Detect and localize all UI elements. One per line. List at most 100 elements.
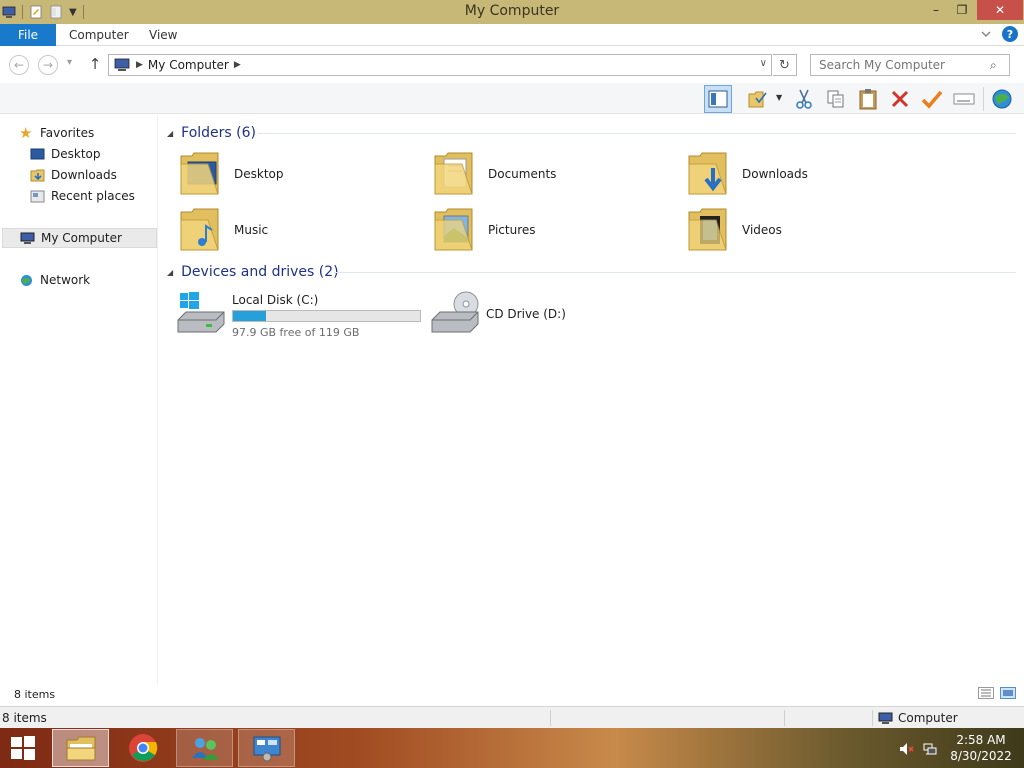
search-icon[interactable]: ⌕ [990, 58, 997, 73]
nav-favorites[interactable]: ★ Favorites [19, 123, 94, 143]
drive-name: Local Disk (C:) [232, 293, 319, 307]
nav-my-computer[interactable]: My Computer [2, 228, 157, 248]
search-input[interactable] [810, 54, 1010, 76]
folder-music[interactable]: Music [178, 205, 418, 255]
refresh-button[interactable]: ↻ [773, 54, 797, 76]
folders-group-header[interactable]: ◢ Folders (6) [167, 123, 256, 143]
close-button[interactable]: ✕ [977, 0, 1023, 20]
nav-recent-places-label: Recent places [51, 189, 135, 203]
music-folder-icon [180, 208, 219, 251]
collapse-triangle-icon[interactable]: ◢ [167, 268, 173, 277]
nav-favorites-label: Favorites [40, 126, 95, 140]
network-status-icon[interactable] [922, 741, 938, 757]
address-row: ← → ▾ ↑ ▶ My Computer ▶ ∨ ↻ ⌕ [0, 47, 1024, 83]
folder-downloads[interactable]: Downloads [686, 149, 926, 199]
taskbar-user-accounts[interactable] [176, 729, 233, 767]
address-bar[interactable]: ▶ My Computer ▶ ∨ [108, 54, 772, 76]
confirm-button[interactable] [918, 85, 946, 113]
nav-network-label: Network [40, 273, 91, 287]
start-button[interactable] [6, 734, 40, 762]
volume-muted-icon[interactable] [898, 741, 914, 757]
breadcrumb-separator[interactable]: ▶ [136, 60, 143, 70]
rename-button[interactable] [950, 85, 978, 113]
classic-status-bar: 8 items Computer [0, 706, 1024, 728]
item-count: 8 items [14, 688, 56, 701]
folder-videos[interactable]: Videos [686, 205, 926, 255]
folder-label: Downloads [742, 167, 808, 181]
drive-cd-d[interactable]: CD Drive (D:) [430, 290, 678, 340]
drives-group-header[interactable]: ◢ Devices and drives (2) [167, 262, 339, 282]
command-toolbar: ▼ [0, 83, 1024, 114]
folder-pictures[interactable]: Pictures [432, 205, 672, 255]
control-panel-icon [253, 736, 280, 762]
nav-recent-places[interactable]: Recent places [30, 186, 135, 206]
status-location: Computer [878, 707, 958, 729]
hard-drive-windows-icon [177, 292, 225, 333]
folder-desktop[interactable]: Desktop [178, 149, 418, 199]
nav-my-computer-label: My Computer [41, 231, 122, 245]
address-dropdown-icon[interactable]: ∨ [760, 58, 767, 69]
up-button[interactable]: ↑ [86, 55, 104, 75]
tab-file[interactable]: File [0, 24, 56, 46]
disk-usage-bar [232, 310, 421, 322]
tab-view[interactable]: View [149, 24, 177, 46]
network-icon [992, 89, 1012, 109]
taskbar-clock[interactable]: 2:58 AM 8/30/2022 [944, 732, 1018, 764]
nav-network[interactable]: Network [19, 270, 90, 290]
computer-icon [114, 58, 130, 71]
taskbar-chrome[interactable] [114, 729, 171, 767]
select-all-icon [748, 91, 767, 108]
chrome-icon [128, 734, 157, 762]
paste-button[interactable] [854, 85, 882, 113]
delete-button[interactable] [886, 85, 914, 113]
delete-icon [891, 90, 909, 108]
preview-pane-button[interactable] [704, 85, 732, 113]
status-divider [550, 710, 551, 726]
maximize-button[interactable]: ❐ [946, 0, 978, 20]
nav-desktop[interactable]: Desktop [30, 144, 101, 164]
breadcrumb-my-computer[interactable]: My Computer [148, 58, 229, 72]
help-icon[interactable]: ? [1002, 26, 1018, 42]
tab-computer[interactable]: Computer [69, 24, 129, 46]
preview-pane-icon [708, 90, 728, 108]
ribbon-tabs: File Computer View ? [0, 24, 1024, 46]
computer-icon [20, 232, 35, 244]
recent-locations-button[interactable]: ▾ [67, 57, 72, 68]
network-icon [21, 274, 32, 286]
desktop-folder-icon [180, 152, 219, 195]
taskbar-file-explorer[interactable] [52, 729, 109, 767]
taskbar-control-panel[interactable] [238, 729, 295, 767]
status-item-count: 8 items [2, 711, 47, 725]
status-location-label: Computer [898, 711, 958, 725]
ribbon-controls: ? [980, 26, 1018, 42]
recent-places-icon [30, 190, 45, 202]
forward-button[interactable]: → [38, 55, 58, 75]
drive-name: CD Drive (D:) [486, 307, 566, 321]
drives-group-title: Devices and drives (2) [181, 264, 339, 280]
downloads-folder-icon [688, 152, 727, 195]
status-bar: 8 items [0, 685, 1024, 705]
toolbar-separator [983, 87, 984, 111]
drive-local-disk-c[interactable]: Local Disk (C:) 97.9 GB free of 119 GB [176, 290, 424, 340]
large-icons-view-icon[interactable] [1000, 687, 1016, 699]
nav-downloads[interactable]: Downloads [30, 165, 117, 185]
back-button[interactable]: ← [9, 55, 29, 75]
windows-logo-icon [11, 736, 35, 760]
videos-folder-icon [688, 208, 727, 251]
chevron-down-icon[interactable] [980, 28, 992, 40]
taskbar: 2:58 AM 8/30/2022 [0, 728, 1024, 768]
content-pane: ◢ Folders (6) Desktop Documents Download… [162, 115, 1024, 685]
cut-button[interactable] [790, 85, 818, 113]
desktop-icon [30, 148, 45, 159]
folder-documents[interactable]: Documents [432, 149, 672, 199]
collapse-triangle-icon[interactable]: ◢ [167, 129, 173, 138]
folder-label: Pictures [488, 223, 536, 237]
network-button[interactable] [988, 85, 1016, 113]
select-all-button[interactable] [744, 85, 772, 113]
details-view-icon[interactable] [978, 687, 994, 699]
breadcrumb-separator[interactable]: ▶ [234, 60, 241, 70]
disk-usage-fill [233, 311, 267, 321]
computer-icon [878, 712, 893, 724]
copy-button[interactable] [822, 85, 850, 113]
options-chevron-icon[interactable]: ▼ [776, 93, 782, 102]
